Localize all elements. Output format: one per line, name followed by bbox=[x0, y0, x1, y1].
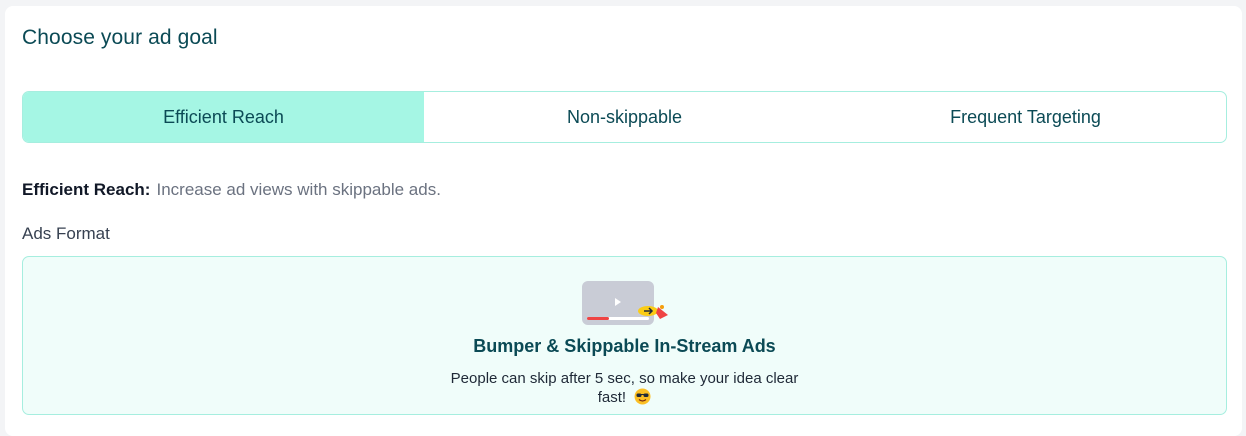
tab-non-skippable[interactable]: Non-skippable bbox=[424, 92, 825, 142]
ads-format-label: Ads Format bbox=[22, 224, 110, 243]
ads-format-description-text: People can skip after 5 sec, so make you… bbox=[450, 370, 799, 406]
ad-goal-panel: Choose your ad goal Efficient Reach Non-… bbox=[5, 6, 1242, 436]
goal-description-text: Increase ad views with skippable ads. bbox=[156, 180, 441, 199]
tab-frequent-targeting[interactable]: Frequent Targeting bbox=[825, 92, 1226, 142]
goal-description-label: Efficient Reach: bbox=[22, 180, 151, 199]
ads-format-title: Bumper & Skippable In-Stream Ads bbox=[473, 336, 776, 356]
tab-efficient-reach[interactable]: Efficient Reach bbox=[23, 92, 424, 142]
page-title: Choose your ad goal bbox=[22, 26, 218, 49]
goal-description: Efficient Reach: Increase ad views with s… bbox=[22, 180, 441, 200]
tab-label: Efficient Reach bbox=[163, 106, 284, 127]
video-skip-icon bbox=[582, 281, 668, 325]
ads-format-description: People can skip after 5 sec, so make you… bbox=[445, 369, 805, 407]
cool-sunglasses-emoji-icon bbox=[634, 388, 651, 405]
goal-tabs: Efficient Reach Non-skippable Frequent T… bbox=[22, 91, 1227, 143]
tab-label: Non-skippable bbox=[566, 106, 683, 127]
ads-format-option[interactable]: Bumper & Skippable In-Stream Ads People … bbox=[22, 256, 1227, 415]
tab-label: Frequent Targeting bbox=[950, 106, 1101, 127]
